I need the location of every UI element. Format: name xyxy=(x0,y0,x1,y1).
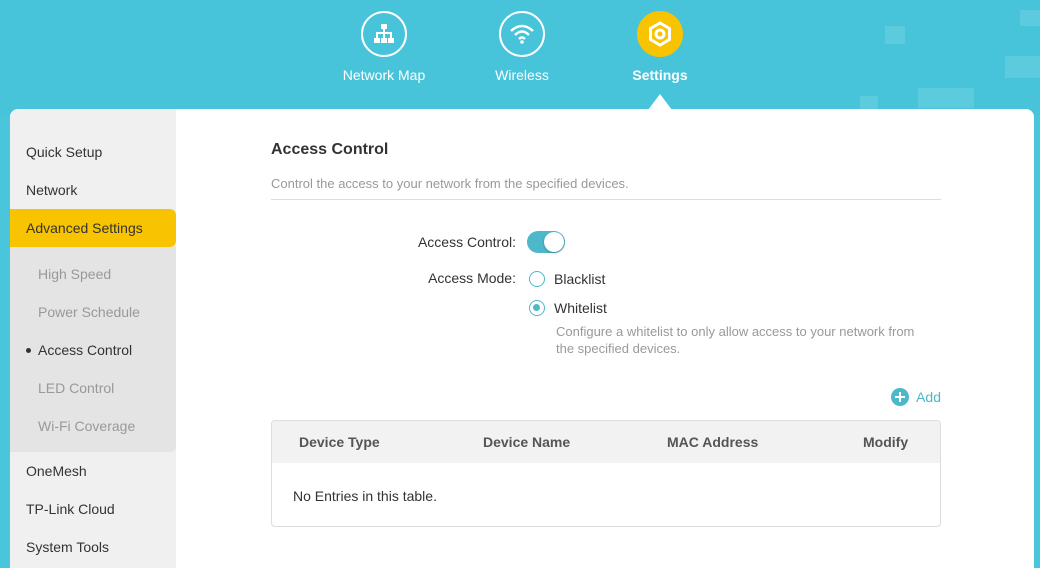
active-nav-pointer xyxy=(648,94,672,110)
toggle-knob xyxy=(544,232,564,252)
sidebar-subitem-high-speed[interactable]: High Speed xyxy=(10,255,176,293)
column-mac-address: MAC Address xyxy=(667,434,759,450)
nav-wireless[interactable]: Wireless xyxy=(462,11,582,83)
sidebar-item-system-tools[interactable]: System Tools xyxy=(10,528,176,566)
device-table: Device Type Device Name MAC Address Modi… xyxy=(271,420,941,527)
table-header: Device Type Device Name MAC Address Modi… xyxy=(272,421,940,463)
sidebar: Quick Setup Network Advanced Settings Hi… xyxy=(10,109,176,568)
main-panel: Quick Setup Network Advanced Settings Hi… xyxy=(10,109,1034,568)
add-button[interactable]: Add xyxy=(891,388,941,406)
column-modify: Modify xyxy=(863,434,909,450)
sidebar-subitem-led-control[interactable]: LED Control xyxy=(10,369,176,407)
add-label: Add xyxy=(916,389,941,405)
nav-network-map[interactable]: Network Map xyxy=(324,11,444,83)
gear-icon xyxy=(637,11,683,57)
column-device-type: Device Type xyxy=(299,434,380,450)
sidebar-subitem-wifi-coverage[interactable]: Wi-Fi Coverage xyxy=(10,407,176,445)
sidebar-item-advanced-settings[interactable]: Advanced Settings xyxy=(10,209,176,247)
sidebar-item-network[interactable]: Network xyxy=(10,171,176,209)
blacklist-label: Blacklist xyxy=(554,271,606,287)
blacklist-radio-option[interactable]: Blacklist xyxy=(529,271,605,287)
nav-label: Wireless xyxy=(495,67,549,83)
content-area: Access Control Control the access to you… xyxy=(271,109,951,568)
sidebar-subitem-access-control[interactable]: Access Control xyxy=(10,331,176,369)
sidebar-subitem-power-schedule[interactable]: Power Schedule xyxy=(10,293,176,331)
nav-settings[interactable]: Settings xyxy=(600,11,720,83)
wifi-icon xyxy=(499,11,545,57)
page-description: Control the access to your network from … xyxy=(271,176,629,191)
sidebar-submenu: High Speed Power Schedule Access Control… xyxy=(10,247,176,452)
whitelist-hint: Configure a whitelist to only allow acce… xyxy=(556,324,915,356)
page-title: Access Control xyxy=(271,141,389,158)
top-nav: Network Map Wireless Settings xyxy=(0,0,1040,115)
sidebar-item-quick-setup[interactable]: Quick Setup xyxy=(10,133,176,171)
whitelist-radio[interactable] xyxy=(529,300,545,316)
whitelist-radio-option[interactable]: Whitelist xyxy=(529,300,607,316)
access-mode-label: Access Mode: xyxy=(428,270,516,286)
divider xyxy=(271,199,941,200)
nav-label: Settings xyxy=(632,67,688,83)
sidebar-item-tplink-cloud[interactable]: TP-Link Cloud xyxy=(10,490,176,528)
plus-icon xyxy=(891,388,910,406)
nav-label: Network Map xyxy=(342,67,426,83)
sidebar-item-onemesh[interactable]: OneMesh xyxy=(10,452,176,490)
blacklist-radio[interactable] xyxy=(529,271,545,287)
access-control-label: Access Control: xyxy=(417,234,516,250)
empty-table-message: No Entries in this table. xyxy=(293,488,437,504)
column-device-name: Device Name xyxy=(483,434,571,450)
access-control-toggle[interactable] xyxy=(527,231,565,253)
whitelist-label: Whitelist xyxy=(554,300,607,316)
network-map-icon xyxy=(361,11,407,57)
